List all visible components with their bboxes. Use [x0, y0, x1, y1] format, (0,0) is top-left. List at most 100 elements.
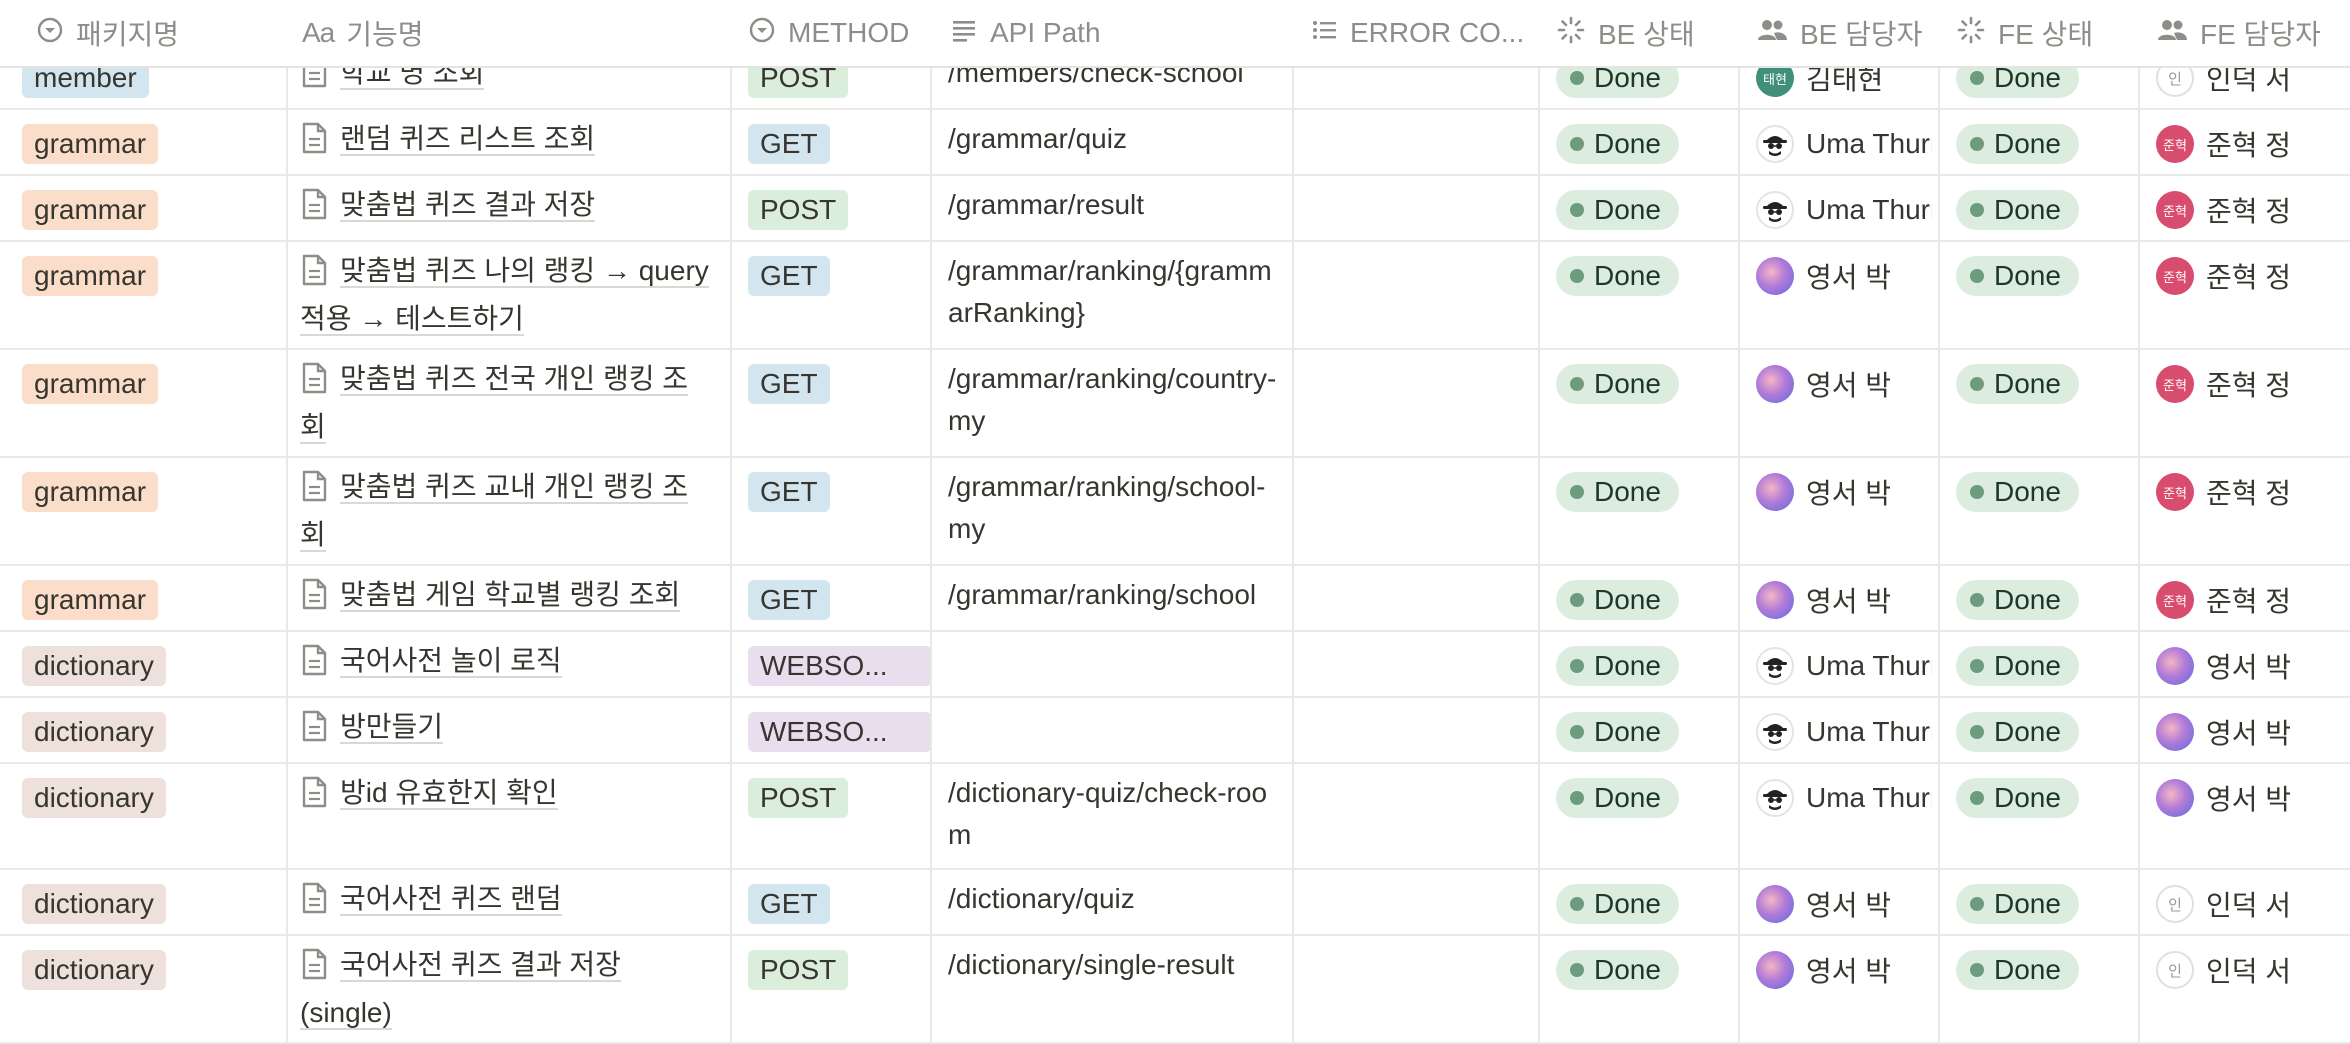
error-code-cell[interactable] — [1294, 630, 1536, 696]
feature-name-cell[interactable]: 맞춤법 게임 학교별 랭킹 조회 — [300, 574, 710, 622]
be-status-badge[interactable]: Done — [1556, 884, 1679, 924]
table-row[interactable]: grammar 맞춤법 퀴즈 나의 랭킹 → query 적용 → 테스트하기 GE… — [0, 240, 2350, 350]
error-code-cell[interactable] — [1294, 174, 1536, 240]
fe-owner-cell[interactable]: 인 인덕 서 — [2156, 948, 2346, 992]
api-path-cell[interactable]: /dictionary/single-result — [948, 944, 1278, 986]
error-code-cell[interactable] — [1294, 762, 1536, 868]
feature-name-cell[interactable]: 맞춤법 퀴즈 결과 저장 — [300, 184, 710, 232]
table-row[interactable]: grammar 맞춤법 퀴즈 결과 저장 POST/grammar/result Do… — [0, 174, 2350, 242]
feature-name-link[interactable]: 맞춤법 퀴즈 교내 개인 랭킹 조회 — [300, 471, 689, 552]
fe-owner-cell[interactable]: 준혁 준혁 정 — [2156, 188, 2346, 232]
feature-name-cell[interactable]: 맞춤법 퀴즈 교내 개인 랭킹 조회 — [300, 466, 710, 556]
be-status-badge[interactable]: Done — [1556, 712, 1679, 752]
column-header-fe-status[interactable]: FE 상태 — [1956, 0, 2134, 66]
be-owner-cell[interactable]: 영서 박 — [1756, 948, 1932, 992]
be-owner-cell[interactable]: Uma Thurman — [1756, 188, 1932, 232]
column-header-feature[interactable]: Aa 기능명 — [302, 0, 722, 66]
feature-name-cell[interactable]: 국어사전 퀴즈 랜덤 — [300, 878, 710, 926]
table-row[interactable]: grammar 맞춤법 퀴즈 교내 개인 랭킹 조회 GET/grammar/ran… — [0, 456, 2350, 566]
feature-name-link[interactable]: 방만들기 — [340, 711, 444, 744]
column-header-package[interactable]: 패키지명 — [36, 0, 276, 66]
package-tag[interactable]: grammar — [22, 580, 159, 620]
be-owner-cell[interactable]: 영서 박 — [1756, 882, 1932, 926]
column-header-error-code[interactable]: ERROR CO... — [1310, 0, 1532, 66]
method-tag[interactable]: WEBSO... — [748, 712, 932, 752]
package-tag[interactable]: dictionary — [22, 778, 166, 818]
feature-name-link[interactable]: 국어사전 퀴즈 결과 저장 (single) — [300, 949, 621, 1030]
fe-status-badge[interactable]: Done — [1956, 190, 2079, 230]
method-tag[interactable]: POST — [748, 190, 849, 230]
be-status-badge[interactable]: Done — [1556, 256, 1679, 296]
fe-status-badge[interactable]: Done — [1956, 364, 2079, 404]
table-row[interactable]: dictionary 국어사전 퀴즈 결과 저장 (single) POST/dic… — [0, 934, 2350, 1044]
feature-name-cell[interactable]: 방id 유효한지 확인 — [300, 772, 710, 820]
fe-status-badge[interactable]: Done — [1956, 256, 2079, 296]
feature-name-cell[interactable]: 랜덤 퀴즈 리스트 조회 — [300, 118, 710, 166]
fe-owner-cell[interactable]: 준혁 준혁 정 — [2156, 254, 2346, 298]
be-status-badge[interactable]: Done — [1556, 124, 1679, 164]
feature-name-link[interactable]: 맞춤법 퀴즈 결과 저장 — [340, 189, 596, 222]
feature-name-link[interactable]: 랜덤 퀴즈 리스트 조회 — [340, 123, 596, 156]
be-status-badge[interactable]: Done — [1556, 950, 1679, 990]
feature-name-link[interactable]: 맞춤법 퀴즈 전국 개인 랭킹 조회 — [300, 363, 689, 444]
table-row[interactable]: grammar 맞춤법 게임 학교별 랭킹 조회 GET/grammar/ranki… — [0, 564, 2350, 632]
feature-name-link[interactable]: 국어사전 놀이 로직 — [340, 645, 562, 678]
fe-owner-cell[interactable]: 영서 박 — [2156, 644, 2346, 688]
be-owner-cell[interactable]: 영서 박 — [1756, 470, 1932, 514]
be-owner-cell[interactable]: Uma Thurman — [1756, 776, 1932, 820]
method-tag[interactable]: GET — [748, 884, 830, 924]
fe-status-badge[interactable]: Done — [1956, 472, 2079, 512]
be-owner-cell[interactable]: 영서 박 — [1756, 362, 1932, 406]
table-row[interactable]: dictionary 방만들기 WEBSO... Done Done Uma Thurma… — [0, 696, 2350, 764]
be-status-badge[interactable]: Done — [1556, 190, 1679, 230]
table-row[interactable]: dictionary 국어사전 퀴즈 랜덤 GET/dictionary/quiz D… — [0, 868, 2350, 936]
fe-status-badge[interactable]: Done — [1956, 778, 2079, 818]
error-code-cell[interactable] — [1294, 868, 1536, 934]
package-tag[interactable]: grammar — [22, 124, 159, 164]
method-tag[interactable]: GET — [748, 472, 830, 512]
column-header-fe-owner[interactable]: FE 담당자 — [2156, 0, 2346, 66]
fe-owner-cell[interactable]: 영서 박 — [2156, 776, 2346, 820]
method-tag[interactable]: GET — [748, 364, 830, 404]
feature-name-cell[interactable]: 맞춤법 퀴즈 나의 랭킹 → query 적용 → 테스트하기 — [300, 250, 710, 340]
fe-owner-cell[interactable]: 영서 박 — [2156, 710, 2346, 754]
be-owner-cell[interactable]: 영서 박 — [1756, 254, 1932, 298]
method-tag[interactable]: POST — [748, 778, 849, 818]
error-code-cell[interactable] — [1294, 108, 1536, 174]
fe-owner-cell[interactable]: 준혁 준혁 정 — [2156, 122, 2346, 166]
error-code-cell[interactable] — [1294, 564, 1536, 630]
error-code-cell[interactable] — [1294, 696, 1536, 762]
be-owner-cell[interactable]: Uma Thurman — [1756, 644, 1932, 688]
error-code-cell[interactable] — [1294, 348, 1536, 456]
method-tag[interactable]: POST — [748, 950, 849, 990]
table-row[interactable]: grammar 랜덤 퀴즈 리스트 조회 GET/grammar/quiz Done D… — [0, 108, 2350, 176]
api-path-cell[interactable]: /dictionary/quiz — [948, 878, 1278, 920]
fe-status-badge[interactable]: Done — [1956, 884, 2079, 924]
method-tag[interactable]: WEBSO... — [748, 646, 932, 686]
feature-name-link[interactable]: 맞춤법 게임 학교별 랭킹 조회 — [340, 579, 681, 612]
package-tag[interactable]: grammar — [22, 472, 159, 512]
package-tag[interactable]: dictionary — [22, 884, 166, 924]
package-tag[interactable]: dictionary — [22, 646, 166, 686]
column-header-be-owner[interactable]: BE 담당자 — [1756, 0, 1934, 66]
package-tag[interactable]: grammar — [22, 256, 159, 296]
api-path-cell[interactable]: /grammar/result — [948, 184, 1278, 226]
feature-name-link[interactable]: 방id 유효한지 확인 — [340, 777, 558, 810]
feature-name-link[interactable]: 맞춤법 퀴즈 나의 랭킹 → query 적용 → 테스트하기 — [300, 255, 709, 336]
feature-name-link[interactable]: 국어사전 퀴즈 랜덤 — [340, 883, 562, 916]
be-status-badge[interactable]: Done — [1556, 646, 1679, 686]
method-tag[interactable]: GET — [748, 580, 830, 620]
feature-name-cell[interactable]: 국어사전 놀이 로직 — [300, 640, 710, 688]
fe-owner-cell[interactable]: 준혁 준혁 정 — [2156, 578, 2346, 622]
table-row[interactable]: grammar 맞춤법 퀴즈 전국 개인 랭킹 조회 GET/grammar/ran… — [0, 348, 2350, 458]
api-path-cell[interactable]: /dictionary-quiz/check-room — [948, 772, 1278, 856]
feature-name-cell[interactable]: 맞춤법 퀴즈 전국 개인 랭킹 조회 — [300, 358, 710, 448]
be-status-badge[interactable]: Done — [1556, 472, 1679, 512]
column-header-be-status[interactable]: BE 상태 — [1556, 0, 1734, 66]
error-code-cell[interactable] — [1294, 934, 1536, 1042]
fe-status-badge[interactable]: Done — [1956, 646, 2079, 686]
api-path-cell[interactable]: /grammar/ranking/school — [948, 574, 1278, 616]
feature-name-cell[interactable]: 국어사전 퀴즈 결과 저장 (single) — [300, 944, 710, 1034]
fe-status-badge[interactable]: Done — [1956, 124, 2079, 164]
api-path-cell[interactable]: /grammar/quiz — [948, 118, 1278, 160]
